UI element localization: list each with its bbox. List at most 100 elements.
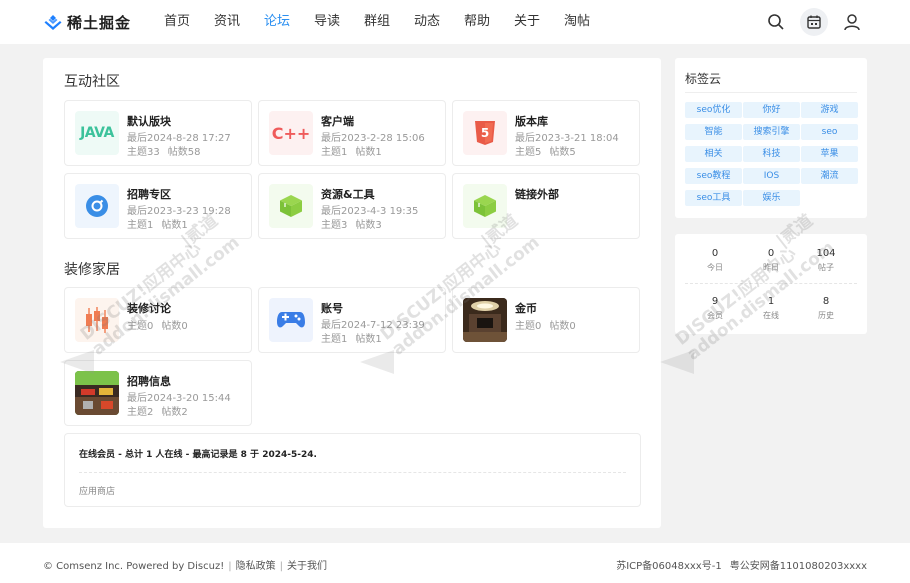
forum-last-post[interactable]: 最后2024-7-12 23:39 <box>321 316 425 331</box>
cube-icon <box>269 184 313 228</box>
nav-news[interactable]: 资讯 <box>202 0 252 44</box>
stat-posts: 104 帖子 <box>796 248 856 273</box>
forum-posts: 帖数1 <box>355 334 382 345</box>
cpp-icon: C++ <box>269 111 313 155</box>
forum-topics: 主题3 <box>321 220 348 231</box>
section-title-community: 互动社区 <box>64 74 120 90</box>
footer-right: 苏ICP备06048xxx号-1 粤公安网备1101080203xxxx <box>608 557 867 572</box>
header-actions <box>752 8 866 36</box>
forum-card-default[interactable]: JAVA 默认版块 最后2024-8-28 17:27 主题33 帖数58 <box>64 100 252 166</box>
forum-stats: 主题0 帖数0 <box>127 317 196 332</box>
forum-name[interactable]: 装修讨论 <box>127 300 171 316</box>
forum-last-post[interactable]: 最后2023-4-3 19:35 <box>321 202 418 217</box>
forum-name[interactable]: 金币 <box>515 300 537 316</box>
tag-item[interactable]: seo工具 <box>685 190 742 206</box>
nav-feed[interactable]: 动态 <box>402 0 452 44</box>
forum-card-resources[interactable]: 资源&工具 最后2023-4-3 19:35 主题3 帖数3 <box>258 173 446 239</box>
user-button[interactable] <box>838 8 866 36</box>
stat-label: 历史 <box>818 311 834 320</box>
nav-guide[interactable]: 导读 <box>302 0 352 44</box>
stat-value: 0 <box>767 248 775 259</box>
tag-item[interactable]: seo <box>801 124 858 140</box>
tag-item[interactable]: 智能 <box>685 124 742 140</box>
tag-item[interactable]: 潮流 <box>801 168 858 184</box>
site-logo[interactable]: 稀土掘金 <box>44 12 131 33</box>
search-button[interactable] <box>762 8 790 36</box>
copyright-text: © Comsenz Inc. Powered by Discuz! <box>43 561 225 572</box>
user-icon <box>844 14 860 31</box>
forum-card-client[interactable]: C++ 客户端 最后2023-2-28 15:06 主题1 帖数1 <box>258 100 446 166</box>
forum-posts: 帖数58 <box>167 147 201 158</box>
compass-icon <box>75 184 119 228</box>
forum-name[interactable]: 招聘信息 <box>127 373 171 389</box>
main-nav: 首页 资讯 论坛 导读 群组 动态 帮助 关于 淘帖 <box>152 0 602 44</box>
online-summary[interactable]: 在线会员 - 总计 1 人在线 - 最高记录是 8 于 2024-5-24. <box>79 447 317 460</box>
forum-stats: 主题0 帖数0 <box>515 317 584 332</box>
forum-topics: 主题2 <box>127 407 154 418</box>
forum-topics: 主题33 <box>127 147 160 158</box>
tag-item[interactable]: 相关 <box>685 146 742 162</box>
forum-name[interactable]: 招聘专区 <box>127 186 171 202</box>
footer-left: © Comsenz Inc. Powered by Discuz! | 隐私政策 | 关… <box>43 557 327 572</box>
forum-card-recruit[interactable]: 招聘专区 最后2023-3-23 19:28 主题1 帖数1 <box>64 173 252 239</box>
forum-name[interactable]: 默认版块 <box>127 113 171 129</box>
divider <box>79 472 626 473</box>
candlestick-icon <box>75 298 119 342</box>
tag-item[interactable]: 搜索引擎 <box>743 124 800 140</box>
stat-value: 0 <box>711 248 719 259</box>
tag-cloud-title: 标签云 <box>685 72 722 86</box>
gamepad-icon <box>269 298 313 342</box>
forum-stats: 主题33 帖数58 <box>127 143 208 158</box>
nav-groups[interactable]: 群组 <box>352 0 402 44</box>
forum-name[interactable]: 链接外部 <box>515 186 559 202</box>
app-store-link[interactable]: 应用商店 <box>79 484 115 497</box>
tag-item[interactable]: IOS <box>743 168 800 184</box>
nav-about[interactable]: 关于 <box>502 0 552 44</box>
forum-topics: 主题0 <box>515 321 542 332</box>
tag-item[interactable]: 科技 <box>743 146 800 162</box>
forum-last-post[interactable]: 最后2023-2-28 15:06 <box>321 129 425 144</box>
online-members-box: 在线会员 - 总计 1 人在线 - 最高记录是 8 于 2024-5-24. 应… <box>64 433 641 507</box>
svg-text:5: 5 <box>481 126 489 140</box>
stat-today: 0 今日 <box>685 248 745 273</box>
forum-topics: 主题1 <box>321 334 348 345</box>
tag-item[interactable]: 娱乐 <box>743 190 800 206</box>
stat-online: 1 在线 <box>741 296 801 321</box>
forum-card-repo[interactable]: 5 版本库 最后2023-3-21 18:04 主题5 帖数5 <box>452 100 640 166</box>
tag-item[interactable]: 你好 <box>743 102 800 118</box>
calendar-button[interactable] <box>800 8 828 36</box>
tag-item[interactable]: 游戏 <box>801 102 858 118</box>
forum-card-external[interactable]: 链接外部 <box>452 173 640 239</box>
nav-collections[interactable]: 淘帖 <box>552 0 602 44</box>
forum-last-post[interactable]: 最后2024-8-28 17:27 <box>127 129 231 144</box>
police-record-link[interactable]: 粤公安网备1101080203xxxx <box>730 561 867 572</box>
divider: | <box>279 561 283 572</box>
nav-home[interactable]: 首页 <box>152 0 202 44</box>
forum-name[interactable]: 资源&工具 <box>321 186 375 202</box>
forum-name[interactable]: 账号 <box>321 300 343 316</box>
forum-posts: 帖数1 <box>355 147 382 158</box>
divider <box>685 283 857 284</box>
forum-last-post[interactable]: 最后2023-3-23 19:28 <box>127 202 231 217</box>
forum-card-jobs[interactable]: 招聘信息 最后2024-3-20 15:44 主题2 帖数2 <box>64 360 252 426</box>
icp-link[interactable]: 苏ICP备06048xxx号-1 <box>616 561 722 572</box>
privacy-link[interactable]: 隐私政策 <box>236 561 276 572</box>
tag-item[interactable]: seo教程 <box>685 168 742 184</box>
tag-item[interactable]: seo优化 <box>685 102 742 118</box>
stat-members: 9 会员 <box>685 296 745 321</box>
stat-label: 昨日 <box>763 263 779 272</box>
about-link[interactable]: 关于我们 <box>287 561 327 572</box>
forum-name[interactable]: 版本库 <box>515 113 548 129</box>
site-stats-panel: 0 今日 0 昨日 104 帖子 9 会员 1 在线 8 历史 <box>675 234 867 334</box>
logo-text: 稀土掘金 <box>67 14 132 32</box>
tag-item[interactable]: 苹果 <box>801 146 858 162</box>
nav-help[interactable]: 帮助 <box>452 0 502 44</box>
forum-name[interactable]: 客户端 <box>321 113 354 129</box>
forum-card-account[interactable]: 账号 最后2024-7-12 23:39 主题1 帖数1 <box>258 287 446 353</box>
forum-last-post[interactable]: 最后2024-3-20 15:44 <box>127 389 231 404</box>
forum-card-decoration[interactable]: 装修讨论 主题0 帖数0 <box>64 287 252 353</box>
forum-stats: 主题1 帖数1 <box>321 330 390 345</box>
forum-last-post[interactable]: 最后2023-3-21 18:04 <box>515 129 619 144</box>
nav-forum[interactable]: 论坛 <box>252 0 302 44</box>
forum-card-coins[interactable]: 金币 主题0 帖数0 <box>452 287 640 353</box>
